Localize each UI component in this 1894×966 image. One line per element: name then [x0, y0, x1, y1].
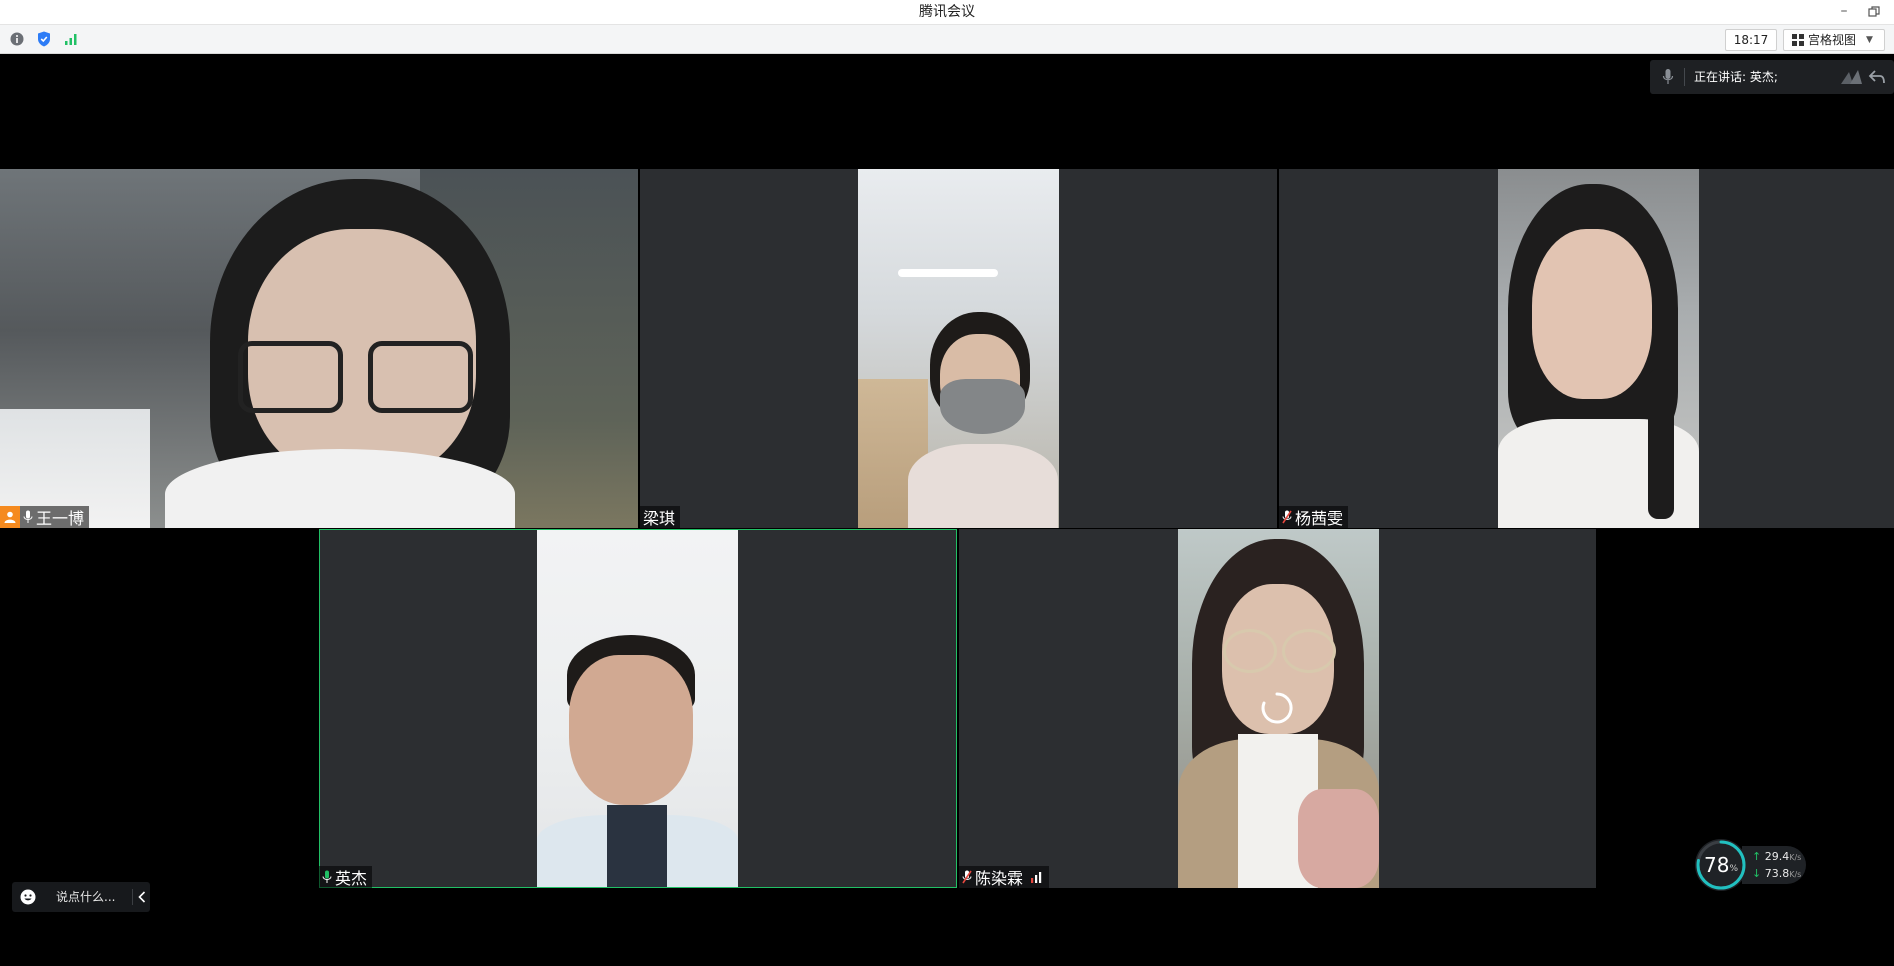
participant-name-tag: 杨茜雯: [1279, 506, 1349, 528]
loading-spinner-icon: [1261, 692, 1293, 724]
info-button[interactable]: [8, 30, 26, 48]
chat-placeholder: 说点什么...: [56, 890, 116, 904]
chat-input[interactable]: 说点什么...: [12, 882, 150, 912]
cpu-value: 78%: [1703, 853, 1738, 877]
collapse-icon[interactable]: [1868, 68, 1886, 86]
participant-name-tag: 梁琪: [640, 506, 681, 528]
network-rates: ↑ 29.4K/s ↓ 73.8K/s: [1742, 846, 1806, 884]
view-switch-button[interactable]: 宫格视图 ▼: [1783, 29, 1885, 51]
participant-name: 梁琪: [643, 509, 676, 528]
speaking-indicator: 正在讲话: 英杰;: [1650, 60, 1894, 94]
mic-muted-icon: [1282, 510, 1292, 524]
minimize-button[interactable]: –: [1830, 0, 1858, 24]
download-rate: ↓ 73.8K/s: [1752, 867, 1802, 880]
video-feed: [1498, 169, 1699, 528]
participant-name: 陈染霖: [975, 869, 1024, 888]
participant-name: 杨茜雯: [1295, 509, 1344, 528]
minimize-icon: –: [1840, 3, 1848, 19]
host-icon: [0, 506, 20, 528]
video-tile-participant-5[interactable]: 陈染霖: [959, 529, 1596, 888]
title-bar: 腾讯会议 –: [0, 0, 1894, 25]
divider: [132, 889, 133, 905]
poor-signal-icon: [1031, 872, 1042, 883]
video-tile-participant-1[interactable]: 王一博: [0, 169, 638, 528]
mic-icon: [1662, 69, 1674, 84]
meeting-time: 18:17: [1725, 29, 1777, 51]
grid-icon: [1792, 34, 1804, 46]
video-feed: [0, 169, 638, 528]
security-button[interactable]: [35, 30, 53, 48]
upload-rate: ↑ 29.4K/s: [1752, 850, 1802, 863]
toolbar: 18:17 宫格视图 ▼: [0, 25, 1894, 54]
signal-icon: [65, 34, 77, 45]
window-title: 腾讯会议: [919, 4, 975, 20]
participant-name: 王一博: [36, 509, 85, 528]
arrow-up-icon: ↑: [1752, 850, 1762, 863]
mic-on-icon: [23, 510, 33, 523]
view-switch-label: 宫格视图: [1808, 33, 1857, 47]
network-quality-button[interactable]: [62, 30, 80, 48]
speaking-wave-icon: [1841, 70, 1862, 84]
mic-muted-icon: [962, 870, 972, 884]
participant-name-tag: 英杰: [319, 866, 373, 888]
emoji-icon[interactable]: [20, 889, 36, 905]
divider: [1684, 68, 1685, 86]
participant-name-tag: 王一博: [0, 506, 90, 528]
video-feed: [858, 169, 1059, 528]
video-feed: [537, 530, 738, 887]
restore-button[interactable]: [1860, 0, 1888, 24]
participant-name-tag: 陈染霖: [959, 866, 1050, 888]
chevron-down-icon: ▼: [1866, 35, 1873, 45]
shield-icon: [38, 31, 50, 47]
info-icon: [10, 32, 24, 46]
restore-icon: [1868, 6, 1880, 17]
network-status-widget[interactable]: ↑ 29.4K/s ↓ 73.8K/s 78%: [1694, 838, 1812, 892]
participant-name: 英杰: [335, 869, 368, 888]
video-tile-participant-2[interactable]: 梁琪: [640, 169, 1277, 528]
video-tile-participant-4[interactable]: 英杰: [319, 529, 957, 888]
video-tile-participant-3[interactable]: 杨茜雯: [1279, 169, 1894, 528]
arrow-down-icon: ↓: [1752, 867, 1762, 880]
mic-speaking-icon: [322, 870, 332, 883]
speaking-text: 正在讲话: 英杰;: [1694, 70, 1778, 84]
chevron-left-icon[interactable]: [138, 891, 146, 903]
